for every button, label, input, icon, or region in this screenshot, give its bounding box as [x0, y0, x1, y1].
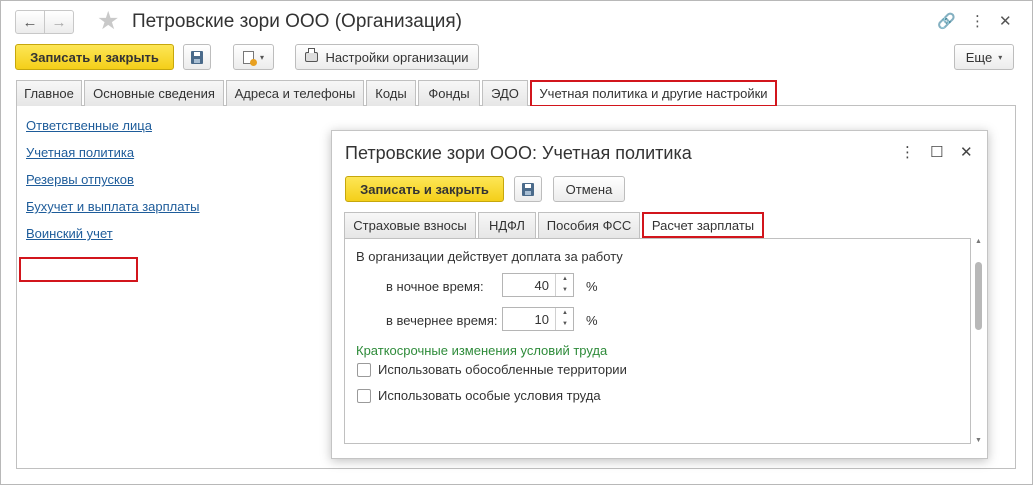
window-title: Петровские зори ООО (Организация): [132, 11, 462, 32]
stepper-down-icon[interactable]: ▼: [556, 319, 574, 330]
favorite-star-icon[interactable]: ★: [97, 8, 119, 34]
dialog-more-icon[interactable]: ⋮: [900, 143, 915, 161]
link-vacation-reserves[interactable]: Резервы отпусков: [26, 172, 134, 187]
save-close-button[interactable]: Записать и закрыть: [15, 44, 174, 70]
main-tabs: Главное Основные сведения Адреса и телеф…: [16, 80, 1016, 107]
more-button[interactable]: Еще ▾: [954, 44, 1014, 70]
tab-basic-info[interactable]: Основные сведения: [84, 80, 224, 106]
main-window: ← → ★ Петровские зори ООО (Организация) …: [0, 0, 1033, 485]
night-percent-value: 40: [534, 278, 549, 293]
link-salary-accounting[interactable]: Бухучет и выплата зарплаты: [26, 199, 200, 214]
stepper-up-icon[interactable]: ▲: [556, 274, 574, 285]
separate-territories-label[interactable]: Использовать обособленные территории: [378, 362, 627, 377]
close-icon[interactable]: ✕: [999, 12, 1012, 30]
arrow-left-icon: ←: [22, 13, 38, 31]
stepper-up-icon[interactable]: ▲: [556, 308, 574, 319]
save-disk-icon: [191, 50, 203, 64]
tab-addresses[interactable]: Адреса и телефоны: [226, 80, 364, 106]
tab-main[interactable]: Главное: [16, 80, 82, 106]
link-icon[interactable]: 🔗: [937, 12, 956, 30]
titlebar: ← → ★ Петровские зори ООО (Организация) …: [1, 1, 1032, 41]
forward-button[interactable]: →: [44, 10, 74, 34]
link-military-registration[interactable]: Воинский учет: [26, 226, 113, 241]
evening-percent-value: 10: [534, 312, 549, 327]
salary-calculation-pane: В организации действует доплата за работ…: [344, 238, 971, 444]
tab-fss-benefits[interactable]: Пособия ФСС: [538, 212, 640, 238]
dialog-title: Петровские зори ООО: Учетная политика: [345, 143, 692, 163]
print-menu-button[interactable]: ▾: [233, 44, 274, 70]
tab-codes[interactable]: Коды: [366, 80, 416, 106]
back-button[interactable]: ←: [15, 10, 45, 34]
scroll-down-icon[interactable]: ▼: [974, 437, 983, 444]
printer-icon: [305, 48, 319, 62]
extra-pay-heading: В организации действует доплата за работ…: [356, 249, 623, 264]
special-conditions-checkbox[interactable]: [357, 389, 371, 403]
evening-label: в вечернее время:: [386, 313, 498, 328]
tab-edo[interactable]: ЭДО: [482, 80, 528, 106]
org-settings-label: Настройки организации: [325, 49, 469, 65]
evening-percent-input[interactable]: 10 ▲ ▼: [502, 307, 574, 331]
chevron-down-icon: ▾: [259, 52, 264, 62]
tab-accounting-policy[interactable]: Учетная политика и другие настройки: [530, 80, 777, 107]
night-percent-input[interactable]: 40 ▲ ▼: [502, 273, 574, 297]
more-icon[interactable]: ⋮: [970, 12, 985, 30]
stepper-down-icon[interactable]: ▼: [556, 285, 574, 296]
save-disk-icon: [522, 182, 534, 196]
org-settings-button[interactable]: Настройки организации: [295, 44, 479, 70]
tab-insurance-contributions[interactable]: Страховые взносы: [344, 212, 476, 238]
chevron-down-icon: ▾: [998, 52, 1003, 62]
night-percent-sign: %: [586, 279, 598, 294]
night-label: в ночное время:: [386, 279, 484, 294]
night-percent-stepper[interactable]: ▲ ▼: [555, 274, 573, 296]
selected-link-highlight: [19, 257, 138, 282]
tab-salary-calculation[interactable]: Расчет зарплаты: [642, 212, 764, 238]
save-button[interactable]: [183, 44, 211, 70]
arrow-right-icon: →: [51, 13, 67, 31]
dialog-maximize-icon[interactable]: ☐: [930, 143, 943, 161]
dialog-save-button[interactable]: [514, 176, 542, 202]
scroll-up-icon[interactable]: ▲: [974, 238, 983, 245]
scroll-thumb[interactable]: [975, 262, 982, 330]
special-conditions-label[interactable]: Использовать особые условия труда: [378, 388, 601, 403]
tab-funds[interactable]: Фонды: [418, 80, 480, 106]
more-label: Еще: [965, 49, 993, 65]
separate-territories-checkbox[interactable]: [357, 363, 371, 377]
document-icon: [242, 50, 257, 66]
dialog-tabs: Страховые взносы НДФЛ Пособия ФСС Расчет…: [344, 212, 973, 238]
accounting-policy-dialog: Петровские зори ООО: Учетная политика ⋮ …: [331, 130, 988, 459]
link-accounting-policy[interactable]: Учетная политика: [26, 145, 134, 160]
dialog-save-close-button[interactable]: Записать и закрыть: [345, 176, 504, 202]
tab-ndfl[interactable]: НДФЛ: [478, 212, 536, 238]
evening-percent-stepper[interactable]: ▲ ▼: [555, 308, 573, 330]
dialog-close-icon[interactable]: ✕: [960, 143, 973, 161]
link-responsible-persons[interactable]: Ответственные лица: [26, 118, 152, 133]
cancel-button[interactable]: Отмена: [553, 176, 625, 202]
dialog-scrollbar[interactable]: ▲ ▼: [974, 238, 983, 444]
evening-percent-sign: %: [586, 313, 598, 328]
section-title: Краткосрочные изменения условий труда: [356, 343, 608, 358]
